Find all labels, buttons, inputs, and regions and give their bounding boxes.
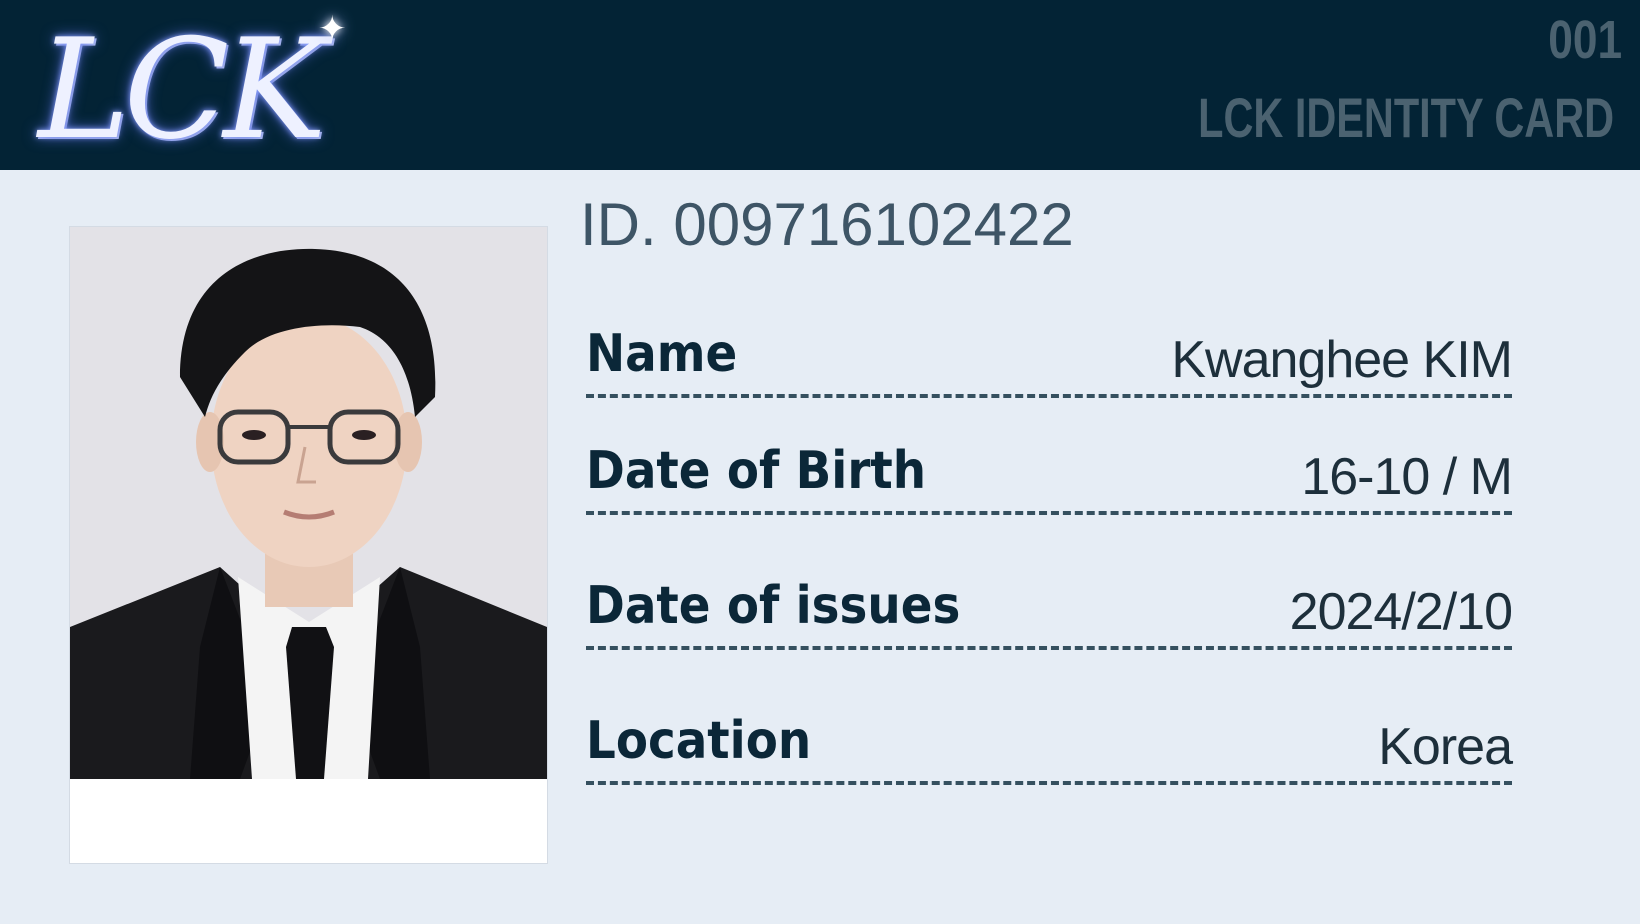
field-date-of-issues: Date of issues 2024/2/10 — [586, 570, 1513, 650]
field-dashed-line — [586, 511, 1512, 515]
field-label-location: Location — [586, 711, 812, 771]
card-header: LCK ✦ 001 LCK IDENTITY CARD — [0, 0, 1640, 170]
field-date-of-birth: Date of Birth 16-10 / M — [586, 435, 1513, 515]
field-dashed-line — [586, 394, 1512, 398]
field-value-date-of-birth: 16-10 / M — [1301, 448, 1513, 506]
card-title: LCK IDENTITY CARD — [1198, 86, 1614, 149]
card-number: 001 — [1548, 10, 1622, 70]
field-value-name: Kwanghee KIM — [1171, 331, 1513, 389]
lck-logo: LCK — [38, 9, 326, 170]
field-dashed-line — [586, 646, 1512, 650]
sparkle-icon: ✦ — [318, 10, 347, 48]
field-location: Location Korea — [586, 705, 1513, 785]
field-dashed-line — [586, 781, 1512, 785]
field-value-location: Korea — [1378, 718, 1513, 776]
id-number: ID. 009716102422 — [580, 191, 1074, 258]
field-label-date-of-birth: Date of Birth — [586, 441, 927, 501]
field-label-name: Name — [586, 324, 738, 384]
field-name: Name Kwanghee KIM — [586, 318, 1513, 398]
field-label-date-of-issues: Date of issues — [586, 576, 961, 636]
id-photo-frame — [70, 227, 547, 863]
id-photo — [70, 227, 547, 779]
field-value-date-of-issues: 2024/2/10 — [1289, 583, 1513, 641]
